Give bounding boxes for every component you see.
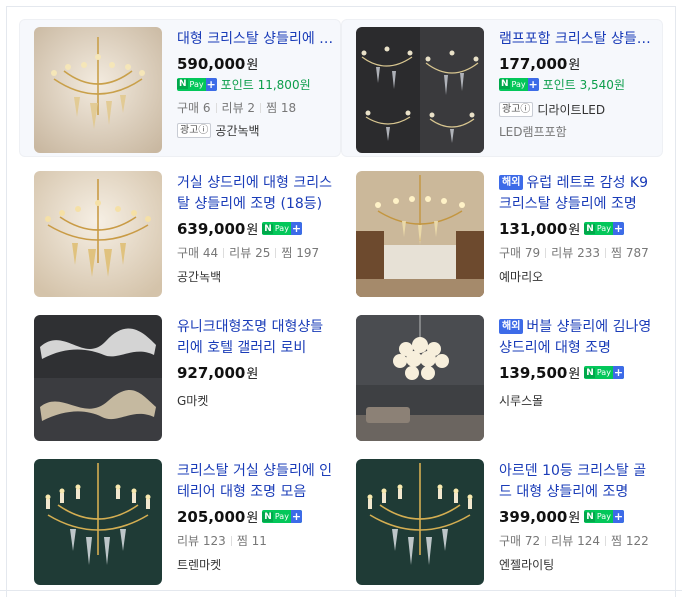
product-card[interactable]: 대형 크리스탈 샹들리에 조명 590,000 원 N Pay + 포인트 11,80… bbox=[19, 19, 341, 157]
product-stats: 구매 79 리뷰 233 찜 787 bbox=[499, 246, 649, 260]
product-card[interactable]: 거실 샹드리에 대형 크리스탈 샹들리에 조명 (18등) 639,000 원 N… bbox=[19, 163, 341, 301]
shop-name[interactable]: LED램프포함 bbox=[499, 123, 567, 140]
shop-name[interactable]: 예마리오 bbox=[499, 268, 543, 285]
chandelier-collage-image[interactable] bbox=[356, 27, 484, 153]
wave-lamp-image[interactable] bbox=[34, 315, 162, 441]
npay-icon: N Pay + bbox=[584, 366, 624, 379]
chandelier-image[interactable] bbox=[34, 27, 162, 153]
product-grid: 대형 크리스탈 샹들리에 조명 590,000 원 N Pay + 포인트 11,80… bbox=[6, 6, 676, 597]
product-card[interactable]: 유니크대형조명 대형샹들리에 호텔 갤러리 로비 927,000 원 G마켓 bbox=[19, 307, 341, 445]
shop-name[interactable]: 시루스몰 bbox=[499, 392, 543, 409]
product-title[interactable]: 해외 유럽 레트로 감성 K9 크리스탈 샹들리에 조명 bbox=[499, 173, 657, 215]
npay-icon: N Pay + bbox=[499, 77, 539, 91]
shop-name[interactable]: 트렌마켓 bbox=[177, 556, 221, 573]
product-title[interactable]: 대형 크리스탈 샹들리에 조명 bbox=[177, 29, 335, 50]
shop-name[interactable]: 엔젤라이팅 bbox=[499, 556, 554, 573]
npay-icon: N Pay + bbox=[584, 222, 624, 235]
price: 177,000 bbox=[499, 54, 568, 73]
price: 639,000 bbox=[177, 219, 246, 238]
point-text: 포인트 11,800원 bbox=[220, 77, 311, 92]
npay-icon: N Pay + bbox=[262, 222, 302, 235]
living-room-chandelier-image[interactable] bbox=[356, 171, 484, 297]
won-unit: 원 bbox=[246, 58, 259, 73]
npay-icon: N Pay + bbox=[584, 510, 624, 523]
price: 927,000 bbox=[177, 363, 246, 382]
shop-name[interactable]: 공간녹백 bbox=[215, 122, 259, 139]
product-title[interactable]: 램프포함 크리스탈 샹들리에 bbox=[499, 29, 657, 50]
product-card[interactable]: 램프포함 크리스탈 샹들리에 177,000 원 N Pay + 포인트 3,540원… bbox=[341, 19, 663, 157]
chandelier-image[interactable] bbox=[34, 171, 162, 297]
bubble-lamp-image[interactable] bbox=[356, 315, 484, 441]
product-card[interactable]: 해외 버블 샹들리에 김나영 샹드리에 대형 조명 139,500 원 N Pay + … bbox=[341, 307, 663, 445]
product-stats: 구매 44 리뷰 25 찜 197 bbox=[177, 246, 320, 260]
ad-badge[interactable]: 광고ⓘ bbox=[177, 122, 212, 138]
price: 131,000 bbox=[499, 219, 568, 238]
overseas-tag: 해외 bbox=[499, 319, 524, 334]
product-title[interactable]: 유니크대형조명 대형샹들리에 호텔 갤러리 로비 bbox=[177, 317, 335, 359]
price: 139,500 bbox=[499, 363, 568, 382]
shop-name[interactable]: G마켓 bbox=[177, 392, 208, 409]
product-title[interactable]: 크리스탈 거실 샹들리에 인테리어 대형 조명 모음 bbox=[177, 461, 335, 503]
shop-name[interactable]: 공간녹백 bbox=[177, 268, 221, 285]
product-title[interactable]: 거실 샹드리에 대형 크리스탈 샹들리에 조명 (18등) bbox=[177, 173, 335, 215]
product-title[interactable]: 아르덴 10등 크리스탈 골드 대형 샹들리에 조명 bbox=[499, 461, 657, 503]
product-stats: 구매 6 리뷰 2찜 18 bbox=[177, 101, 297, 115]
overseas-tag: 해외 bbox=[499, 175, 524, 190]
gold-chandelier-image[interactable] bbox=[34, 459, 162, 585]
price: 205,000 bbox=[177, 507, 246, 526]
product-card[interactable]: 해외 유럽 레트로 감성 K9 크리스탈 샹들리에 조명 131,000 원 N Pa… bbox=[341, 163, 663, 301]
product-card[interactable]: 크리스탈 거실 샹들리에 인테리어 대형 조명 모음 205,000 원 N Pay… bbox=[19, 451, 341, 589]
shop-line[interactable]: 디라이트LED bbox=[537, 101, 605, 118]
divider bbox=[0, 590, 682, 591]
ad-badge[interactable]: 광고ⓘ bbox=[499, 101, 534, 117]
price: 590,000 bbox=[177, 54, 246, 73]
product-stats: 리뷰 123 찜 11 bbox=[177, 534, 267, 548]
product-title[interactable]: 해외 버블 샹들리에 김나영 샹드리에 대형 조명 bbox=[499, 317, 657, 359]
product-stats: 구매 72 리뷰 124 찜 122 bbox=[499, 534, 649, 548]
price: 399,000 bbox=[499, 507, 568, 526]
point-text: 포인트 3,540원 bbox=[542, 77, 625, 92]
npay-icon: N Pay + bbox=[177, 77, 217, 91]
npay-icon: N Pay + bbox=[262, 510, 302, 523]
product-card[interactable]: 아르덴 10등 크리스탈 골드 대형 샹들리에 조명 399,000 원 N Pay… bbox=[341, 451, 663, 589]
gold-chandelier-image[interactable] bbox=[356, 459, 484, 585]
